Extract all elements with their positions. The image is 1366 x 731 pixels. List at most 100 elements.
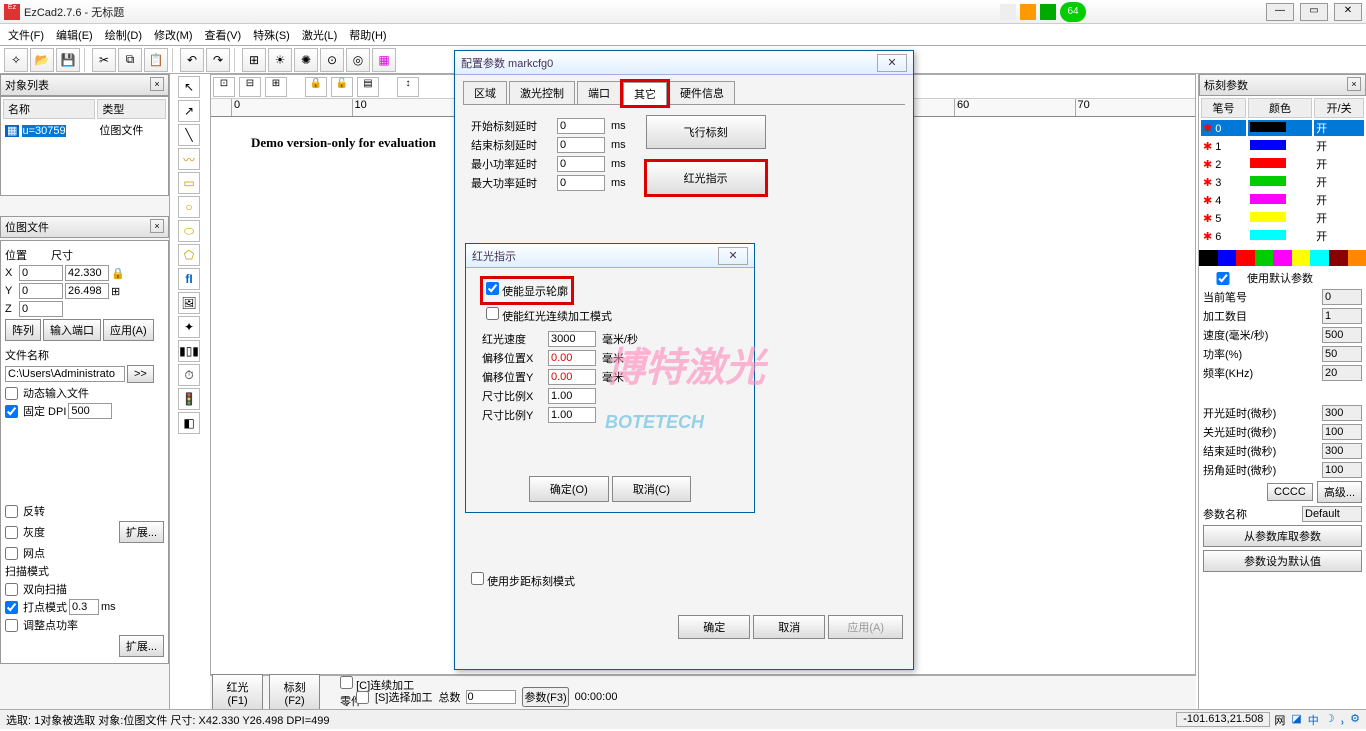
- maximize-button[interactable]: ▭: [1300, 3, 1328, 21]
- dynamic-input-checkbox[interactable]: [5, 387, 18, 400]
- moon-icon[interactable]: ☽: [1325, 712, 1335, 727]
- count-input[interactable]: [1322, 308, 1362, 324]
- maxpwr-input[interactable]: [557, 175, 605, 191]
- redlight-button[interactable]: 红光(F1): [212, 674, 263, 712]
- open-icon[interactable]: 📂: [30, 48, 54, 72]
- freq-input[interactable]: [1322, 365, 1362, 381]
- power-input[interactable]: [1322, 346, 1362, 362]
- mark-button[interactable]: 标刻(F2): [269, 674, 320, 712]
- unlock-icon[interactable]: 🔓: [331, 77, 353, 97]
- apply-button[interactable]: 应用(A): [103, 319, 154, 341]
- encoder-tool-icon[interactable]: ◧: [178, 412, 200, 434]
- dpi-input[interactable]: [68, 403, 112, 419]
- filepath-input[interactable]: [5, 366, 125, 382]
- select-mark-checkbox[interactable]: [356, 691, 369, 704]
- ellipse-tool-icon[interactable]: ⬭: [178, 220, 200, 242]
- hatch-icon[interactable]: ▦: [372, 48, 396, 72]
- menu-laser[interactable]: 激光(L): [296, 25, 343, 45]
- circle-tool-icon[interactable]: ○: [178, 196, 200, 218]
- scly-input[interactable]: [548, 407, 596, 423]
- total-input[interactable]: [466, 690, 516, 704]
- redo-icon[interactable]: ↷: [206, 48, 230, 72]
- set-default-button[interactable]: 参数设为默认值: [1203, 550, 1362, 572]
- redspeed-input[interactable]: [548, 331, 596, 347]
- dot-checkbox[interactable]: [5, 547, 18, 560]
- continuous-checkbox[interactable]: [340, 676, 353, 689]
- undo-icon[interactable]: ↶: [180, 48, 204, 72]
- panel-close-icon[interactable]: ×: [150, 77, 164, 91]
- brightness-icon[interactable]: ✺: [294, 48, 318, 72]
- offx-input[interactable]: [548, 350, 596, 366]
- menu-modify[interactable]: 修改(M): [148, 25, 199, 45]
- tag-icon[interactable]: ◪: [1291, 712, 1301, 727]
- expand2-button[interactable]: 扩展...: [119, 635, 164, 657]
- new-icon[interactable]: ✧: [4, 48, 28, 72]
- reverse-checkbox[interactable]: [5, 505, 18, 518]
- dialog-ok-button[interactable]: 确定: [678, 615, 750, 639]
- speed-input[interactable]: [1322, 327, 1362, 343]
- enddelay-input[interactable]: [1322, 443, 1362, 459]
- copy-icon[interactable]: ⧉: [118, 48, 142, 72]
- param-button[interactable]: 参数(F3): [522, 687, 568, 707]
- minpwr-input[interactable]: [557, 156, 605, 172]
- barcode-tool-icon[interactable]: ▮▯▮: [178, 340, 200, 362]
- lang-icon[interactable]: 中: [1308, 712, 1319, 727]
- width-input[interactable]: [65, 265, 109, 281]
- lock-icon[interactable]: 🔒: [111, 267, 125, 280]
- tab-port[interactable]: 端口: [577, 81, 621, 104]
- move-icon[interactable]: ↕: [397, 77, 419, 97]
- align-icon[interactable]: ⊡: [213, 77, 235, 97]
- cornerdelay-input[interactable]: [1322, 462, 1362, 478]
- x-input[interactable]: [19, 265, 63, 281]
- use-default-checkbox[interactable]: [1203, 272, 1243, 285]
- menu-edit[interactable]: 编辑(E): [50, 25, 99, 45]
- snap-icon[interactable]: ⊞: [242, 48, 266, 72]
- enable-contour-checkbox[interactable]: [486, 282, 499, 295]
- redlight-button[interactable]: 红光指示: [646, 161, 766, 195]
- flymark-button[interactable]: 飞行标刻: [646, 115, 766, 149]
- panel-close-icon[interactable]: ×: [1347, 77, 1361, 91]
- offy-input[interactable]: [548, 369, 596, 385]
- dotmode-checkbox[interactable]: [5, 601, 18, 614]
- menu-file[interactable]: 文件(F): [2, 25, 50, 45]
- target-icon[interactable]: ◎: [346, 48, 370, 72]
- stepmode-checkbox[interactable]: [471, 572, 484, 585]
- comma-icon[interactable]: ᠈: [1341, 712, 1344, 727]
- cccc-button[interactable]: CCCC: [1267, 483, 1313, 501]
- tab-area[interactable]: 区域: [463, 81, 507, 104]
- ungroup-icon[interactable]: ⊞: [265, 77, 287, 97]
- curpen-input[interactable]: [1322, 289, 1362, 305]
- input-port-tab[interactable]: 输入端口: [43, 319, 101, 341]
- inner-cancel-button[interactable]: 取消(C): [612, 476, 691, 502]
- cut-icon[interactable]: ✂: [92, 48, 116, 72]
- ondelay-input[interactable]: [1322, 405, 1362, 421]
- lock-icon[interactable]: 🔒: [305, 77, 327, 97]
- save-icon[interactable]: 💾: [56, 48, 80, 72]
- y-input[interactable]: [19, 283, 63, 299]
- sclx-input[interactable]: [548, 388, 596, 404]
- object-list[interactable]: 名称类型 ▦ u=30759位图文件: [0, 96, 169, 196]
- light-icon[interactable]: ☀: [268, 48, 292, 72]
- tab-hwinfo[interactable]: 硬件信息: [669, 81, 735, 104]
- enddelay-input[interactable]: [557, 137, 605, 153]
- line-tool-icon[interactable]: ╲: [178, 124, 200, 146]
- menu-draw[interactable]: 绘制(D): [99, 25, 148, 45]
- paste-icon[interactable]: 📋: [144, 48, 168, 72]
- dotval-input[interactable]: [69, 599, 99, 615]
- curve-tool-icon[interactable]: 〰: [178, 148, 200, 170]
- array-tab[interactable]: 阵列: [5, 319, 41, 341]
- paramname-input[interactable]: [1302, 506, 1362, 522]
- group-icon[interactable]: ⊟: [239, 77, 261, 97]
- z-input[interactable]: [19, 301, 63, 317]
- gray-checkbox[interactable]: [5, 526, 18, 539]
- expand-button[interactable]: 扩展...: [119, 521, 164, 543]
- offdelay-input[interactable]: [1322, 424, 1362, 440]
- dialog-cancel-button[interactable]: 取消: [753, 615, 825, 639]
- height-input[interactable]: [65, 283, 109, 299]
- select-tool-icon[interactable]: ↖: [178, 76, 200, 98]
- menu-help[interactable]: 帮助(H): [343, 25, 392, 45]
- color-bar[interactable]: [1199, 250, 1366, 266]
- dialog-close-icon[interactable]: ✕: [877, 54, 907, 72]
- obj-name[interactable]: u=30759: [22, 125, 65, 137]
- rect-tool-icon[interactable]: ▭: [178, 172, 200, 194]
